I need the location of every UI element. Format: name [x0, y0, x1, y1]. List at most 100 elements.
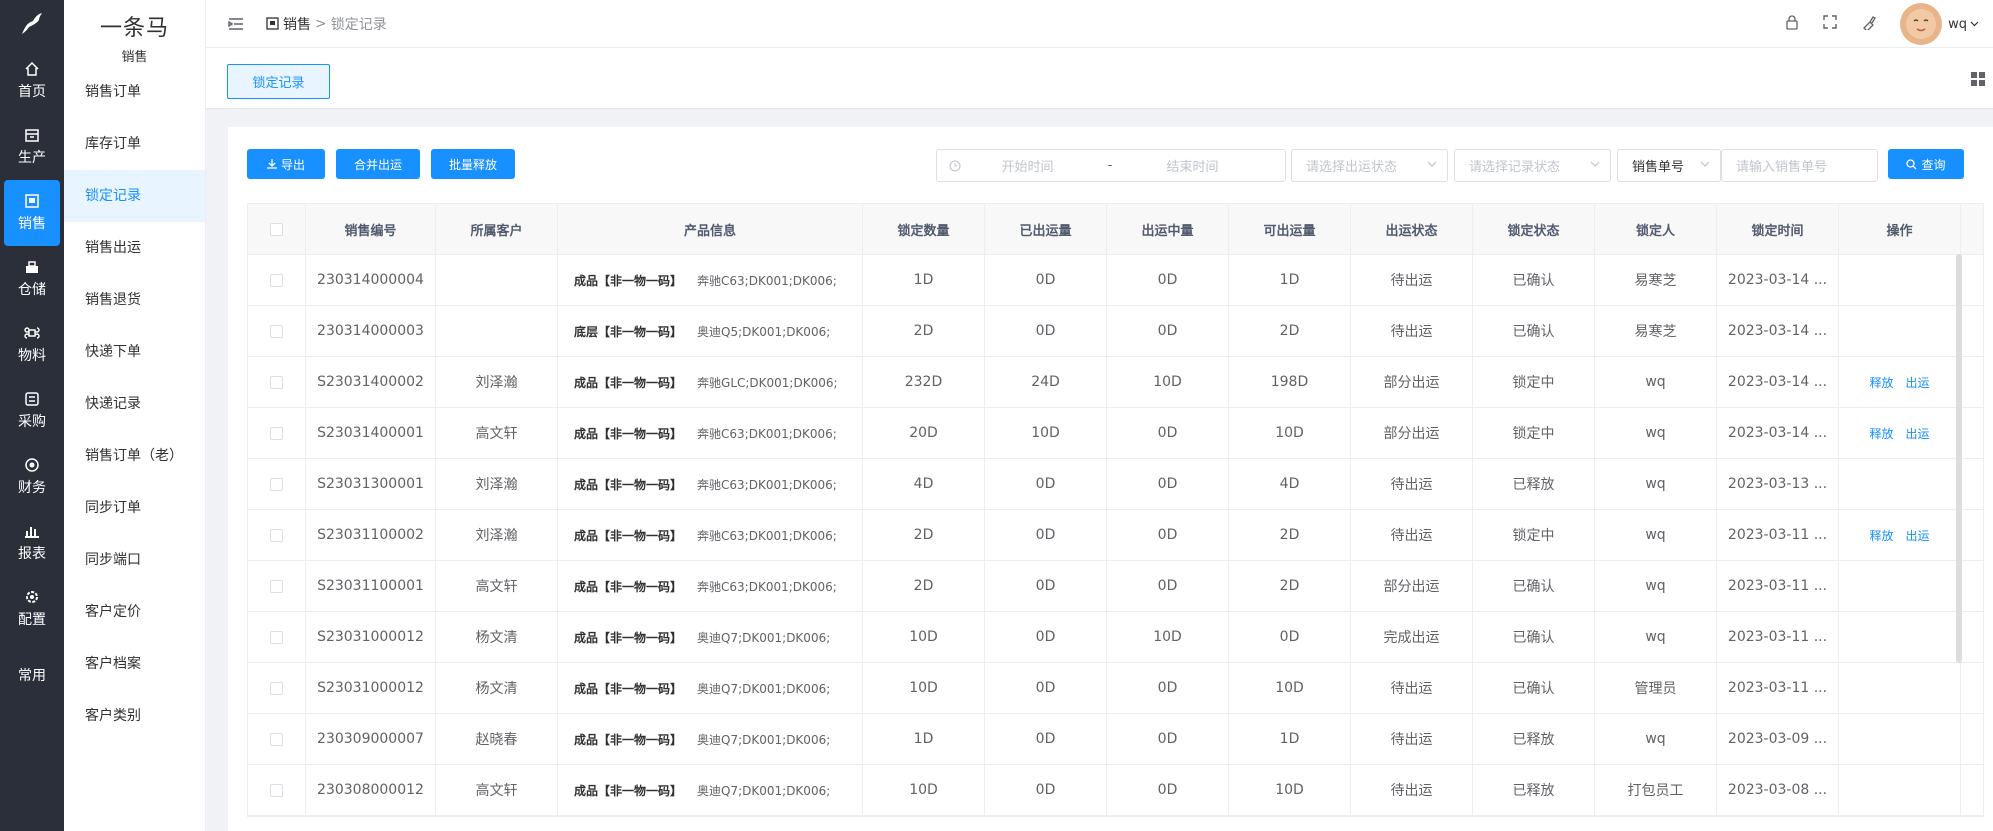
user-menu[interactable]: wq [1948, 17, 1979, 32]
row-checkbox[interactable] [270, 528, 283, 542]
table-row[interactable]: S23031400001 高文轩 成品【非一物一码】 奔驰C63;DK001;DK00… [248, 408, 1983, 459]
lock-icon[interactable] [1785, 14, 1799, 34]
sidebar-item-9[interactable]: 同步端口 [64, 534, 205, 586]
ship-status-select[interactable]: 请选择出运状态 [1291, 149, 1448, 182]
export-button[interactable]: 导出 [247, 149, 325, 179]
ship-link[interactable]: 出运 [1906, 425, 1930, 442]
row-checkbox[interactable] [270, 375, 283, 389]
column-header: 锁定数量 [863, 204, 985, 254]
record-status-select[interactable]: 请选择记录状态 [1454, 149, 1611, 182]
row-checkbox[interactable] [270, 579, 283, 593]
release-link[interactable]: 释放 [1869, 374, 1893, 391]
ship-link[interactable]: 出运 [1906, 374, 1930, 391]
search-button[interactable]: 查询 [1888, 149, 1964, 179]
sidebar-item-4[interactable]: 销售退货 [64, 274, 205, 326]
cell-lock-status: 锁定中 [1473, 357, 1595, 407]
row-checkbox[interactable] [270, 732, 283, 746]
rail-item-8[interactable]: 配置 [0, 576, 64, 642]
cell-shipping: 0D [1107, 561, 1229, 611]
row-checkbox[interactable] [270, 783, 283, 797]
sidebar-item-7[interactable]: 销售订单（老） [64, 430, 205, 482]
order-type-select[interactable]: 销售单号 [1617, 149, 1721, 182]
cell-time: 2023-03-09 ... [1717, 714, 1839, 764]
table-row[interactable]: S23031000012 杨文清 成品【非一物一码】 奥迪Q7;DK001;DK006… [248, 612, 1983, 663]
rail-item-3[interactable]: 仓储 [0, 246, 64, 312]
sidebar-item-5[interactable]: 快递下单 [64, 326, 205, 378]
batch-release-button[interactable]: 批量释放 [431, 149, 515, 179]
release-link[interactable]: 释放 [1869, 425, 1893, 442]
collapse-menu-icon[interactable] [228, 17, 252, 31]
start-time-input[interactable]: 开始时间 [965, 156, 1090, 175]
product-desc: 奔驰C63;DK001;DK006; [697, 579, 837, 594]
column-header: 出运状态 [1351, 204, 1473, 254]
row-select-cell [248, 255, 306, 305]
sidebar-item-0[interactable]: 销售订单 [64, 66, 205, 118]
table-row[interactable]: 230314000004 成品【非一物一码】 奔驰C63;DK001;DK006; 1… [248, 255, 1983, 306]
sidebar-item-12[interactable]: 客户类别 [64, 690, 205, 742]
product-type: 成品【非一物一码】 [574, 426, 683, 441]
cell-ship-status: 待出运 [1351, 510, 1473, 560]
cell-locker: 易寒芝 [1595, 255, 1717, 305]
table-row[interactable]: S23031100002 刘泽瀚 成品【非一物一码】 奔驰C63;DK001;DK00… [248, 510, 1983, 561]
table-scrollbar[interactable] [1956, 254, 1962, 663]
user-avatar[interactable] [1900, 3, 1943, 45]
row-select-cell [248, 306, 306, 356]
end-time-input[interactable]: 结束时间 [1130, 156, 1255, 175]
merge-ship-button[interactable]: 合并出运 [336, 149, 420, 179]
row-checkbox[interactable] [270, 681, 283, 695]
breadcrumb-sales[interactable]: 销售 [283, 14, 311, 34]
sidebar-item-3[interactable]: 销售出运 [64, 222, 205, 274]
cell-shipped: 0D [985, 663, 1107, 713]
rail-item-6[interactable]: 财务 [0, 444, 64, 510]
column-header: 锁定人 [1595, 204, 1717, 254]
rail-item-1[interactable]: 生产 [0, 114, 64, 180]
table-row[interactable]: 230314000003 底层【非一物一码】 奥迪Q5;DK001;DK006; 2D… [248, 306, 1983, 357]
sidebar-item-1[interactable]: 库存订单 [64, 118, 205, 170]
order-number-input[interactable]: 请输入销售单号 [1721, 149, 1878, 182]
sidebar-item-6[interactable]: 快递记录 [64, 378, 205, 430]
row-checkbox[interactable] [270, 477, 283, 491]
row-select-cell [248, 459, 306, 509]
rail-item-4[interactable]: 物料 [0, 312, 64, 378]
cell-lock: 2D [863, 306, 985, 356]
fullscreen-icon[interactable] [1823, 15, 1837, 33]
release-link[interactable]: 释放 [1869, 527, 1893, 544]
cell-lock-status: 已释放 [1473, 765, 1595, 815]
cell-shipped: 0D [985, 459, 1107, 509]
row-checkbox[interactable] [270, 273, 283, 287]
table-row[interactable]: 230308000012 高文轩 成品【非一物一码】 奥迪Q7;DK001;DK006… [248, 765, 1983, 816]
cell-no: S23031000012 [306, 612, 436, 662]
table-row[interactable]: S23031300001 刘泽瀚 成品【非一物一码】 奔驰C63;DK001;DK00… [248, 459, 1983, 510]
table-row[interactable]: S23031100001 高文轩 成品【非一物一码】 奔驰C63;DK001;DK00… [248, 561, 1983, 612]
top-header: 销售 > 锁定记录 wq [206, 0, 1993, 48]
rail-item-5[interactable]: 采购 [0, 378, 64, 444]
grid-menu-icon[interactable] [1971, 72, 1985, 90]
cell-lock-status: 已释放 [1473, 714, 1595, 764]
sidebar-item-11[interactable]: 客户档案 [64, 638, 205, 690]
table-row[interactable]: S23031000012 杨文清 成品【非一物一码】 奥迪Q7;DK001;DK006… [248, 663, 1983, 714]
rail-item-9[interactable]: 常用 [0, 642, 64, 708]
row-checkbox[interactable] [270, 324, 283, 338]
cell-avail: 1D [1229, 255, 1351, 305]
tag-lock-records[interactable]: 锁定记录 [227, 64, 330, 99]
rail-item-7[interactable]: 报表 [0, 510, 64, 576]
sidebar-item-10[interactable]: 客户定价 [64, 586, 205, 638]
select-all-checkbox[interactable] [270, 222, 283, 236]
rail-item-0[interactable]: 首页 [0, 48, 64, 114]
row-checkbox[interactable] [270, 426, 283, 440]
table-row[interactable]: 230309000007 赵晓春 成品【非一物一码】 奥迪Q7;DK001;DK006… [248, 714, 1983, 765]
cell-ship-status: 部分出运 [1351, 357, 1473, 407]
sidebar-item-8[interactable]: 同步订单 [64, 482, 205, 534]
row-checkbox[interactable] [270, 630, 283, 644]
sidebar-item-2[interactable]: 锁定记录 [64, 170, 205, 222]
chart-icon [24, 523, 40, 539]
date-range-picker[interactable]: 开始时间 - 结束时间 [936, 149, 1286, 182]
cell-avail: 10D [1229, 663, 1351, 713]
table-row[interactable]: S23031400002 刘泽瀚 成品【非一物一码】 奔驰GLC;DK001;DK00… [248, 357, 1983, 408]
rail-item-label: 仓储 [18, 282, 46, 298]
logo [0, 0, 64, 48]
rail-item-2[interactable]: 销售 [4, 180, 60, 246]
cell-no: S23031100001 [306, 561, 436, 611]
ship-link[interactable]: 出运 [1906, 527, 1930, 544]
clear-cache-icon[interactable] [1861, 15, 1877, 34]
